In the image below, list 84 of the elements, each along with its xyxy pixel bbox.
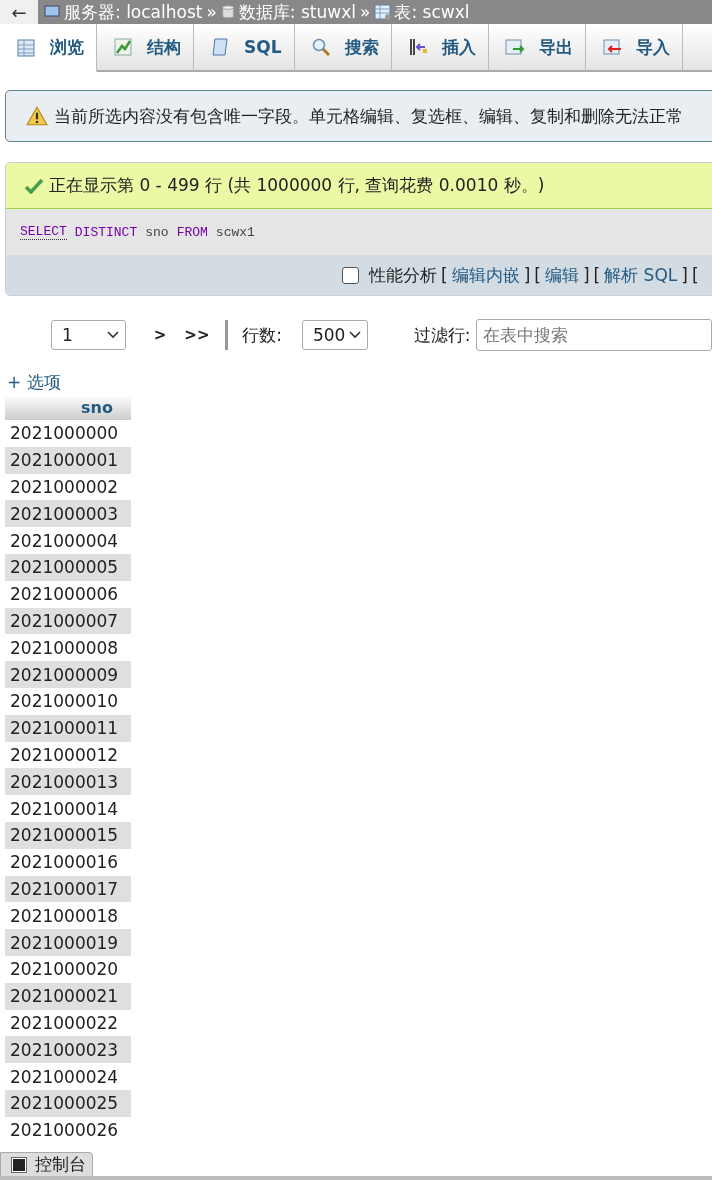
- bracket: ]: [582, 265, 590, 285]
- action-link[interactable]: 编辑: [544, 263, 579, 287]
- tab[interactable]: 浏览: [0, 24, 97, 72]
- table-cell: 2021000015: [5, 821, 131, 849]
- table-cell: 2021000006: [5, 580, 131, 608]
- notice-text: 当前所选内容没有包含唯一字段。单元格编辑、复选框、编辑、复制和删除无法正常: [54, 104, 683, 128]
- sql-keyword-link[interactable]: SELECT: [20, 224, 67, 240]
- database-icon: [220, 3, 237, 21]
- computer-icon: [44, 3, 62, 21]
- breadcrumb-separator: »: [206, 2, 217, 22]
- table-cell: 2021000018: [5, 902, 131, 930]
- table-cell: 2021000003: [5, 500, 131, 528]
- bracket: [: [534, 265, 541, 285]
- breadcrumb-link[interactable]: 数据库: stuwxl: [238, 0, 356, 24]
- search-field[interactable]: 在表中搜索: [476, 319, 712, 351]
- table-cell: 2021000014: [5, 795, 131, 822]
- search-icon: [310, 37, 331, 57]
- checkbox-label: 性能分析: [369, 263, 437, 287]
- table-cell: 2021000011: [5, 714, 131, 742]
- success-message: 正在显示第 0 - 499 行 (共 1000000 行, 查询花费 0.0010 秒。): [49, 174, 545, 197]
- back-button[interactable]: ←: [0, 0, 38, 24]
- structure-icon: [113, 37, 133, 57]
- column-header[interactable]: sno: [5, 395, 131, 420]
- bracket: [: [691, 265, 699, 285]
- table-cell: 2021000009: [5, 661, 131, 688]
- table-icon: [374, 3, 393, 21]
- table-cell: 2021000019: [5, 929, 131, 956]
- table-cell: 2021000021: [5, 982, 131, 1010]
- table-cell: 2021000017: [5, 875, 131, 903]
- tab[interactable]: 结构: [97, 24, 194, 71]
- rows-select[interactable]: 500: [301, 320, 368, 350]
- tab[interactable]: SQL: [194, 24, 295, 71]
- page-select[interactable]: 1: [51, 320, 126, 350]
- tab[interactable]: 插入: [391, 24, 489, 71]
- bracket: ]: [681, 265, 688, 285]
- caret-icon: [348, 331, 361, 339]
- table-icon: [16, 37, 36, 58]
- table-cell: 2021000012: [5, 741, 131, 769]
- table-cell: 2021000016: [5, 848, 131, 876]
- bracket: [: [441, 265, 448, 285]
- action-link[interactable]: 解析 SQL: [604, 263, 678, 287]
- bracket: ]: [523, 265, 531, 285]
- table-cell: 2021000010: [5, 687, 131, 715]
- scroll-icon: [210, 37, 230, 57]
- breadcrumb-link[interactable]: 表: scwxl: [394, 0, 470, 24]
- table-cell: 2021000013: [5, 768, 131, 796]
- import-icon: [601, 37, 622, 57]
- table-cell: 2021000004: [5, 527, 131, 554]
- profiling-checkbox[interactable]: [342, 266, 359, 284]
- last-page-button[interactable]: >>: [184, 326, 210, 344]
- tab[interactable]: 导出: [488, 24, 586, 71]
- sql-keyword: DISTINCT: [74, 224, 138, 240]
- sql-identifier: scwx1: [215, 224, 255, 240]
- insert-icon: [407, 37, 428, 57]
- tab[interactable]: 导入: [585, 24, 683, 71]
- table-cell: 2021000005: [5, 554, 131, 581]
- table-cell: 2021000026: [5, 1116, 131, 1144]
- terminal-icon: [11, 1156, 27, 1173]
- checkmark-icon: [24, 177, 44, 194]
- table-cell: 2021000020: [5, 955, 131, 983]
- filter-label: 过滤行:: [413, 323, 471, 347]
- breadcrumb-link[interactable]: 服务器: localhost: [64, 0, 203, 24]
- table-cell: 2021000002: [5, 473, 131, 501]
- table-cell: 2021000008: [5, 634, 131, 662]
- sql-identifier: sno: [145, 224, 169, 240]
- action-link[interactable]: 编辑内嵌: [451, 263, 520, 287]
- options-link[interactable]: + 选项: [7, 371, 61, 394]
- warning-icon: [26, 106, 48, 126]
- table-cell: 2021000024: [5, 1063, 131, 1090]
- next-page-button[interactable]: >: [153, 326, 167, 344]
- caret-icon: [106, 331, 119, 339]
- bracket: [: [593, 265, 601, 285]
- tab[interactable]: 搜索: [294, 24, 392, 71]
- table-cell: 2021000025: [5, 1089, 131, 1117]
- export-icon: [504, 37, 525, 57]
- breadcrumb-separator: »: [360, 2, 371, 22]
- console-tab[interactable]: 控制台: [0, 1152, 93, 1177]
- table-cell: 2021000000: [5, 420, 131, 447]
- table-cell: 2021000023: [5, 1036, 131, 1064]
- sql-keyword: FROM: [176, 224, 208, 240]
- table-cell: 2021000001: [5, 446, 131, 474]
- rows-label: 行数:: [242, 323, 282, 347]
- table-cell: 2021000007: [5, 607, 131, 635]
- table-cell: 2021000022: [5, 1009, 131, 1037]
